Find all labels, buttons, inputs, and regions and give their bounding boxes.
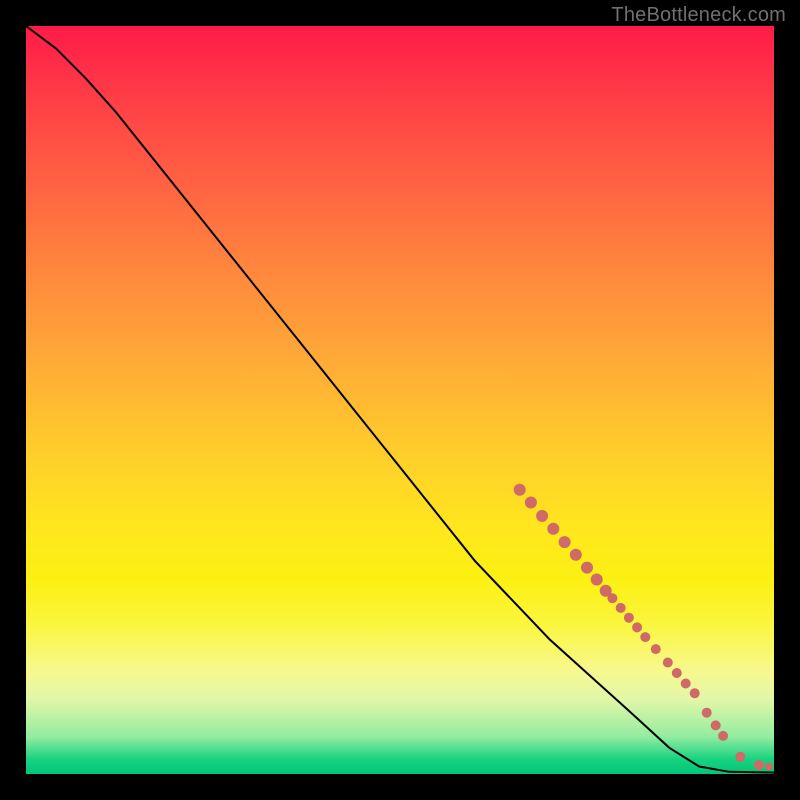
data-point <box>681 679 691 689</box>
data-point <box>711 720 721 730</box>
data-point <box>735 752 745 762</box>
data-point <box>525 497 537 509</box>
data-point <box>765 763 773 771</box>
data-point <box>581 562 593 574</box>
data-point <box>547 523 559 535</box>
data-point <box>640 632 650 642</box>
data-point <box>702 708 712 718</box>
data-point <box>536 510 548 522</box>
data-point <box>514 484 526 496</box>
data-point <box>591 574 603 586</box>
data-point <box>632 622 642 632</box>
chart-curve <box>26 26 774 773</box>
chart-svg <box>26 26 774 774</box>
data-point <box>663 658 673 668</box>
chart-markers <box>514 484 773 771</box>
data-point <box>570 549 582 561</box>
data-point <box>624 613 634 623</box>
data-point <box>754 760 764 770</box>
data-point <box>616 603 626 613</box>
data-point <box>607 593 617 603</box>
data-point <box>559 536 571 548</box>
data-point <box>690 688 700 698</box>
data-point <box>718 731 728 741</box>
watermark-text: TheBottleneck.com <box>611 4 786 27</box>
data-point <box>651 644 661 654</box>
data-point <box>672 668 682 678</box>
chart-area <box>26 26 774 774</box>
